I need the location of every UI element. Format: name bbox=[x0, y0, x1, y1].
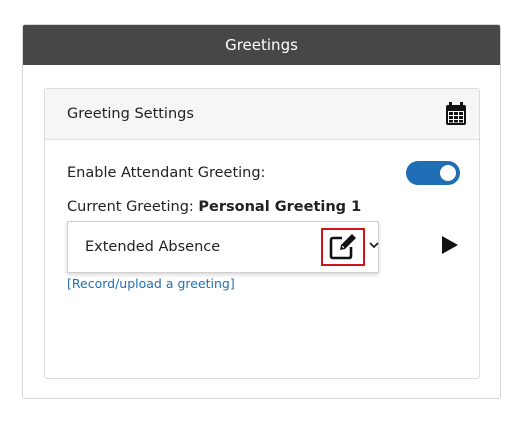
record-upload-greeting-link[interactable]: [Record/upload a greeting] bbox=[67, 276, 235, 291]
current-greeting-value: Personal Greeting 1 bbox=[198, 199, 362, 215]
edit-greeting-button[interactable] bbox=[321, 228, 365, 266]
greeting-dropdown-menu[interactable]: Extended Absence bbox=[67, 221, 379, 273]
card-title: Greeting Settings bbox=[67, 106, 194, 122]
toggle-knob bbox=[440, 165, 456, 181]
enable-greeting-row: Enable Attendant Greeting: bbox=[67, 161, 460, 185]
enable-greeting-label: Enable Attendant Greeting: bbox=[67, 165, 266, 181]
calendar-icon[interactable] bbox=[445, 102, 467, 126]
enable-greeting-toggle[interactable] bbox=[406, 161, 460, 185]
play-icon[interactable] bbox=[441, 235, 459, 255]
panel-title-bar: Greetings bbox=[23, 25, 500, 65]
greeting-settings-card: Greeting Settings Enable Attendant Greet… bbox=[44, 88, 480, 379]
card-header: Greeting Settings bbox=[45, 89, 479, 140]
current-greeting-row: Current Greeting: Personal Greeting 1 bbox=[67, 199, 361, 215]
edit-icon bbox=[329, 234, 356, 260]
current-greeting-label: Current Greeting: bbox=[67, 199, 194, 215]
greetings-panel: Greetings Greeting Settings Enable Atten… bbox=[22, 24, 501, 399]
dropdown-option-extended-absence[interactable]: Extended Absence bbox=[85, 239, 220, 255]
panel-title: Greetings bbox=[225, 36, 298, 54]
chevron-down-icon[interactable] bbox=[369, 241, 379, 249]
